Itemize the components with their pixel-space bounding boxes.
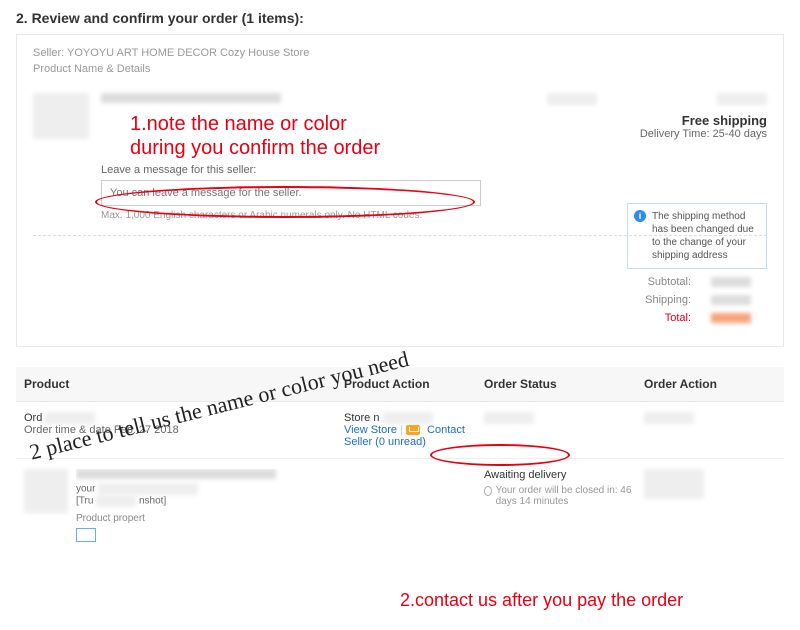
clock-icon bbox=[484, 486, 492, 496]
product-details-label: Product Name & Details bbox=[33, 63, 767, 75]
shipping-notice: i The shipping method has been changed d… bbox=[627, 203, 767, 269]
variant-nshot: nshot] bbox=[139, 496, 166, 507]
col-order-status: Order Status bbox=[484, 377, 644, 391]
subtotal-label: Subtotal: bbox=[648, 276, 691, 288]
view-store-link[interactable]: View Store bbox=[344, 424, 397, 436]
shipping-notice-text: The shipping method has been changed due… bbox=[652, 211, 754, 261]
order-date: Order time & date Feb. 27 2018 bbox=[24, 424, 179, 436]
seller-message-block: Leave a message for this seller: Max. 1,… bbox=[101, 164, 481, 221]
free-shipping-label: Free shipping bbox=[607, 113, 767, 128]
blurred-text bbox=[96, 495, 136, 507]
annotation-2: 2.contact us after you pay the order bbox=[400, 590, 683, 611]
variant-tru: [Tru bbox=[76, 496, 93, 507]
col-product-action: Product Action bbox=[344, 377, 484, 391]
blurred-text bbox=[711, 313, 751, 323]
col-product: Product bbox=[24, 377, 344, 391]
blurred-text bbox=[98, 483, 198, 495]
blurred-text bbox=[644, 412, 694, 424]
blurred-text bbox=[383, 412, 433, 424]
product-thumbnail bbox=[33, 93, 89, 139]
blurred-text bbox=[484, 412, 534, 424]
envelope-icon bbox=[406, 425, 420, 435]
info-icon: i bbox=[634, 210, 646, 222]
order-status-text: Awaiting delivery bbox=[484, 469, 644, 481]
product-property-label: Product propert bbox=[76, 513, 344, 524]
order-id-prefix: Ord bbox=[24, 412, 42, 424]
variant-your: your bbox=[76, 484, 95, 495]
delivery-time-label: Delivery Time: 25-40 days bbox=[607, 128, 767, 140]
blurred-text bbox=[547, 93, 597, 105]
product-row: Free shipping Delivery Time: 25-40 days bbox=[33, 93, 767, 140]
blurred-button bbox=[644, 469, 704, 499]
table-sub-row: your [Tru nshot] Product propert Awaitin… bbox=[16, 459, 784, 555]
order-review-box: Seller: YOYOYU ART HOME DECOR Cozy House… bbox=[16, 34, 784, 347]
blurred-text bbox=[711, 277, 751, 287]
total-label: Total: bbox=[665, 312, 691, 324]
col-order-action: Order Action bbox=[644, 377, 776, 391]
page-title: 2. Review and confirm your order (1 item… bbox=[0, 0, 800, 34]
product-thumbnail bbox=[24, 469, 68, 513]
seller-label: Seller: YOYOYU ART HOME DECOR Cozy House… bbox=[33, 47, 767, 59]
order-close-timer: Your order will be closed in: 46 days 14… bbox=[484, 485, 644, 507]
table-row: Ord Order time & date Feb. 27 2018 Store… bbox=[16, 402, 784, 459]
blurred-text bbox=[76, 469, 276, 479]
order-totals: Subtotal: Shipping: Total: bbox=[33, 276, 767, 324]
seller-message-input[interactable] bbox=[101, 180, 481, 206]
store-name-prefix: Store n bbox=[344, 412, 379, 424]
variant-swatch[interactable] bbox=[76, 528, 96, 542]
orders-table: Product Product Action Order Status Orde… bbox=[16, 367, 784, 555]
blurred-text bbox=[711, 295, 751, 305]
blurred-text bbox=[45, 412, 95, 424]
table-header: Product Product Action Order Status Orde… bbox=[16, 367, 784, 402]
blurred-text bbox=[717, 93, 767, 105]
message-hint: Max. 1,000 English characters or Arabic … bbox=[101, 210, 481, 221]
blurred-text bbox=[101, 93, 281, 103]
shipping-label: Shipping: bbox=[645, 294, 691, 306]
message-label: Leave a message for this seller: bbox=[101, 164, 481, 176]
